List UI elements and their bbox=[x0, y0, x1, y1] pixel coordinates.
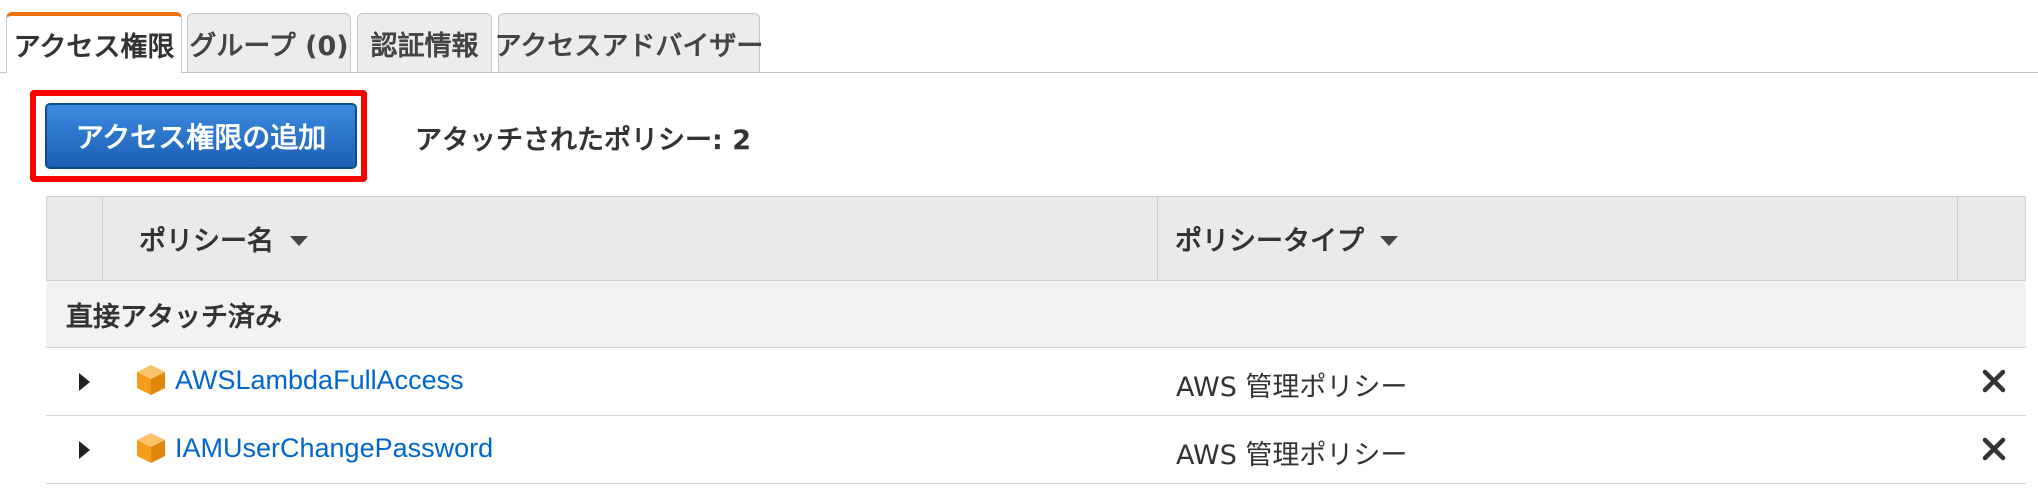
caret-right-icon[interactable] bbox=[79, 373, 90, 391]
table-header: ポリシー名 ポリシータイプ bbox=[46, 196, 2026, 281]
caret-down-icon bbox=[290, 235, 308, 246]
tab-bar: アクセス権限 グループ (0) 認証情報 アクセスアドバイザー bbox=[0, 0, 2038, 73]
policy-type: AWS 管理ポリシー bbox=[1176, 372, 1408, 403]
policy-name-link[interactable]: AWSLambdaFullAccess bbox=[175, 365, 464, 396]
header-divider bbox=[1957, 197, 1958, 280]
tab-bar-divider bbox=[0, 72, 2038, 73]
tab-security-credentials[interactable]: 認証情報 bbox=[357, 13, 492, 72]
column-header-label: ポリシータイプ bbox=[1175, 226, 1364, 257]
tab-groups[interactable]: グループ (0) bbox=[187, 13, 351, 72]
attached-policies-count: アタッチされたポリシー: 2 bbox=[415, 125, 751, 156]
aws-cube-icon bbox=[137, 365, 165, 395]
policy-type: AWS 管理ポリシー bbox=[1176, 440, 1408, 471]
caret-right-icon[interactable] bbox=[79, 441, 90, 459]
tab-access-advisor[interactable]: アクセスアドバイザー bbox=[495, 13, 763, 72]
column-header-label: ポリシー名 bbox=[139, 226, 274, 257]
header-divider bbox=[102, 197, 103, 280]
tab-permissions[interactable]: アクセス権限 bbox=[6, 12, 182, 73]
table-row: IAMUserChangePassword AWS 管理ポリシー bbox=[46, 416, 2026, 484]
group-row-attached-directly: 直接アタッチ済み bbox=[46, 281, 2026, 348]
column-header-policy-type[interactable]: ポリシータイプ bbox=[1175, 197, 1398, 280]
policy-name-link[interactable]: IAMUserChangePassword bbox=[175, 433, 493, 464]
policies-table: ポリシー名 ポリシータイプ 直接アタッチ済み AWSLambdaFullAcce… bbox=[46, 196, 2026, 484]
add-permissions-button[interactable]: アクセス権限の追加 bbox=[45, 103, 357, 169]
column-header-policy-name[interactable]: ポリシー名 bbox=[139, 197, 308, 280]
aws-cube-icon bbox=[137, 433, 165, 463]
table-row: AWSLambdaFullAccess AWS 管理ポリシー bbox=[46, 348, 2026, 416]
caret-down-icon bbox=[1380, 235, 1398, 246]
close-x-icon[interactable] bbox=[1981, 368, 2007, 394]
header-divider bbox=[1157, 197, 1158, 280]
close-x-icon[interactable] bbox=[1981, 436, 2007, 462]
